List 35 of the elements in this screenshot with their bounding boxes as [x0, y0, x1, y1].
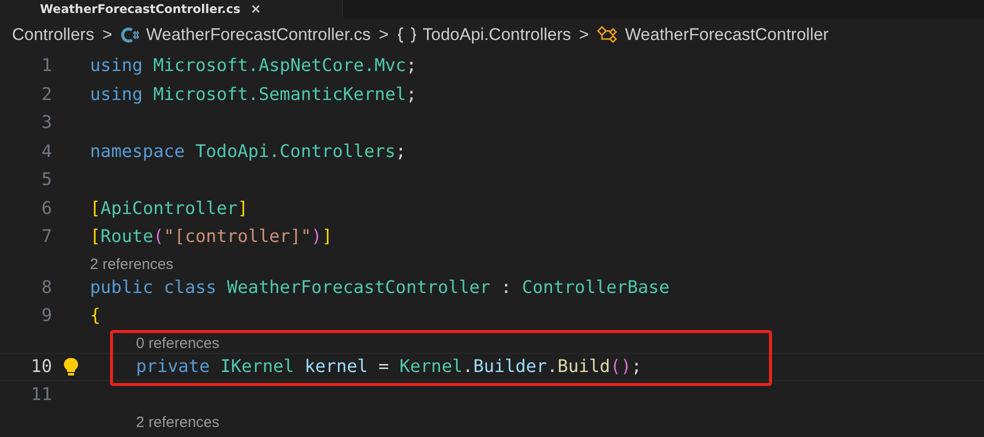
line-number: 4: [40, 142, 52, 162]
line-number: 11: [30, 385, 52, 406]
breadcrumb-separator: >: [378, 25, 389, 45]
codelens-link[interactable]: 2 references: [90, 256, 174, 274]
codelens-link[interactable]: 2 references: [136, 414, 220, 432]
breadcrumb-item[interactable]: WeatherForecastController.cs: [146, 25, 371, 45]
code-line: private IKernel kernel = Kernel.Builder.Build();: [136, 356, 642, 377]
braces-icon: [396, 26, 417, 44]
code-line: using Microsoft.SemanticKernel;: [90, 84, 417, 105]
line-number: 6: [40, 198, 52, 219]
line-number: 1: [40, 56, 52, 76]
breadcrumb-separator: >: [102, 25, 112, 45]
line-number: 7: [40, 227, 52, 248]
line-number: 5: [40, 170, 52, 190]
close-icon[interactable]: ×: [250, 2, 262, 16]
class-icon: [596, 26, 619, 44]
breadcrumb-item[interactable]: TodoApi.Controllers: [422, 25, 571, 45]
csharp-file-icon: [120, 26, 140, 44]
code-line: public class WeatherForecastController : ControllerBase: [90, 278, 670, 298]
code-line: namespace TodoApi.Controllers;: [90, 142, 406, 162]
code-line: {: [90, 306, 101, 326]
line-number: 9: [40, 306, 52, 326]
line-number: 2: [40, 84, 52, 105]
line-number: 8: [40, 278, 52, 298]
code-line: [ApiController]: [90, 198, 248, 219]
lightbulb-icon[interactable]: [63, 356, 79, 377]
code-line: using Microsoft.AspNetCore.Mvc;: [90, 56, 417, 76]
breadcrumb-separator: >: [579, 25, 589, 45]
breadcrumb-item[interactable]: WeatherForecastController: [624, 25, 829, 45]
line-number: 3: [40, 113, 52, 134]
code-line: [Route("[controller]")]: [90, 227, 332, 248]
editor-tab[interactable]: WeatherForecastController.cs ×: [0, 0, 343, 18]
line-number: 10: [30, 356, 52, 377]
codelens-link[interactable]: 0 references: [136, 334, 220, 352]
breadcrumb-item[interactable]: Controllers: [12, 25, 94, 45]
